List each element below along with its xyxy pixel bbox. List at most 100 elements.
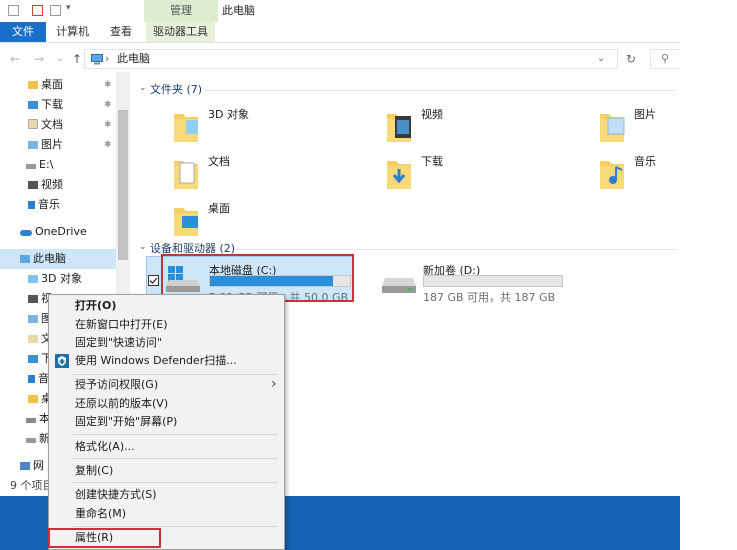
music-icon [28,375,35,383]
menu-item-open[interactable]: 打开(O) [75,297,116,315]
back-icon[interactable]: ← [10,50,20,68]
collapse-chevron-icon[interactable]: ⌄ [139,242,147,252]
sidebar-scroll-thumb[interactable] [118,110,128,260]
sidebar-item-label: OneDrive [35,225,87,238]
sidebar-item-label: 3D 对象 [41,272,82,285]
folder-label: 3D 对象 [208,108,249,121]
address-text: 此电脑 [117,52,150,65]
sidebar-item-label: 视频 [41,178,63,191]
folder-label: 音乐 [634,155,656,168]
documents-icon [28,119,38,129]
sidebar-item-label: E:\ [39,158,54,171]
pin-icon: ✱ [104,100,112,110]
menu-item-restore-previous[interactable]: 还原以前的版本(V) [75,395,168,413]
menu-item-rename[interactable]: 重命名(M) [75,505,126,523]
tab-file[interactable]: 文件 [0,22,46,42]
menu-item-format[interactable]: 格式化(A)... [75,438,135,456]
sidebar-item-label: 文档 [41,118,63,131]
downloads-folder-icon [387,161,411,189]
tab-manage[interactable]: 管理 [144,0,218,22]
menu-item-defender-scan[interactable]: 使用 Windows Defender扫描... [75,352,237,370]
folder-3d-objects[interactable]: 3D 对象 [172,104,322,148]
folder-label: 视频 [421,108,443,121]
sidebar-item-onedrive[interactable]: OneDrive [20,223,87,241]
window-title: 此电脑 [222,4,255,17]
download-folder-icon [28,355,38,363]
cloud-icon [20,230,32,236]
sidebar-item-new-volume[interactable]: 新 [26,430,50,448]
documents-icon [28,335,38,343]
folder-label: 图片 [634,108,656,121]
sidebar-item-videos[interactable]: 视频 [28,176,63,194]
menu-item-pin-start[interactable]: 固定到"开始"屏幕(P) [75,413,177,431]
section-divider [204,90,676,91]
videos-icon [28,181,38,189]
address-separator-icon[interactable]: › [105,50,109,68]
folders-section-header[interactable]: 文件夹 (7) [150,82,202,98]
quick-access-properties-icon[interactable] [32,5,43,16]
recent-locations-icon[interactable]: ⌄ [56,50,64,68]
quick-access-new-folder-icon[interactable] [50,5,61,16]
folder-music[interactable]: 音乐 [598,151,737,195]
forward-icon[interactable]: → [34,50,44,68]
properties-highlight-box [48,528,161,548]
up-icon[interactable]: ↑ [72,50,82,68]
pin-icon: ✱ [104,80,112,90]
sidebar-item-label: 网 [33,459,44,472]
videos-icon [28,295,38,303]
music-folder-icon [600,161,624,189]
tab-view[interactable]: 查看 [110,22,132,42]
desktop-folder-icon [174,208,198,236]
music-icon [28,201,35,209]
3d-objects-folder-icon [174,114,198,142]
folder-videos[interactable]: 视频 [385,104,535,148]
menu-item-pin-quick-access[interactable]: 固定到"快速访问" [75,334,162,352]
folder-pictures[interactable]: 图片 [598,104,737,148]
menu-separator [73,526,278,527]
sidebar-item-music-sub[interactable]: 音 [28,370,49,388]
folder-downloads[interactable]: 下载 [385,151,535,195]
sidebar-item-label: 此电脑 [33,252,66,265]
sidebar-item-network[interactable]: 网 [20,457,44,475]
tab-computer[interactable]: 计算机 [56,22,89,42]
pictures-folder-icon [600,114,625,142]
folder-documents[interactable]: 文档 [172,151,322,195]
sidebar-item-3d-objects[interactable]: 3D 对象 [28,270,82,288]
documents-folder-icon [174,161,198,189]
menu-item-create-shortcut[interactable]: 创建快捷方式(S) [75,486,157,504]
address-bar[interactable]: › 此电脑 ⌄ [84,49,618,69]
sidebar-item-local-disk[interactable]: 本 [26,410,50,428]
menu-separator [73,482,278,483]
sidebar-item-documents[interactable]: 文档 [28,116,63,134]
sidebar-item-desktop[interactable]: 桌面 [28,76,63,94]
menu-item-grant-access[interactable]: 授予访问权限(G) [75,376,158,394]
context-menu: 打开(O) 在新窗口中打开(E) 固定到"快速访问" 使用 Windows De… [48,294,285,550]
search-box[interactable]: ⚲ [650,49,680,69]
quick-access-save-icon[interactable] [8,5,19,16]
network-icon [20,462,30,470]
folder-desktop[interactable]: 桌面 [172,198,322,242]
section-divider [234,249,676,250]
quick-access-dropdown-icon[interactable]: ▾ [66,3,71,13]
drive-icon [26,438,36,443]
sidebar-item-downloads[interactable]: 下载 [28,96,63,114]
pin-icon: ✱ [104,140,112,150]
drive-d-info: 187 GB 可用，共 187 GB [423,291,556,304]
drive-c-checkbox[interactable] [148,275,159,286]
sidebar-item-pictures[interactable]: 图片 [28,136,63,154]
collapse-chevron-icon[interactable]: ⌄ [139,83,147,93]
download-folder-icon [28,101,38,109]
submenu-arrow-icon: › [271,376,277,392]
drive-d-usage-bar [423,275,563,287]
menu-item-copy[interactable]: 复制(C) [75,462,113,480]
menu-item-open-new-window[interactable]: 在新窗口中打开(E) [75,316,168,334]
address-dropdown-icon[interactable]: ⌄ [597,50,605,68]
sidebar-item-e-drive[interactable]: E:\ [26,156,53,174]
tab-drive-tools[interactable]: 驱动器工具 [146,22,215,42]
sidebar-item-label: 桌面 [41,78,63,91]
sidebar-item-music[interactable]: 音乐 [28,196,60,214]
ribbon-tabs: 文件 计算机 查看 驱动器工具 [0,22,680,43]
3d-objects-icon [28,275,38,283]
sidebar-item-this-pc[interactable]: 此电脑 [20,250,66,268]
refresh-icon[interactable]: ↻ [626,50,636,68]
